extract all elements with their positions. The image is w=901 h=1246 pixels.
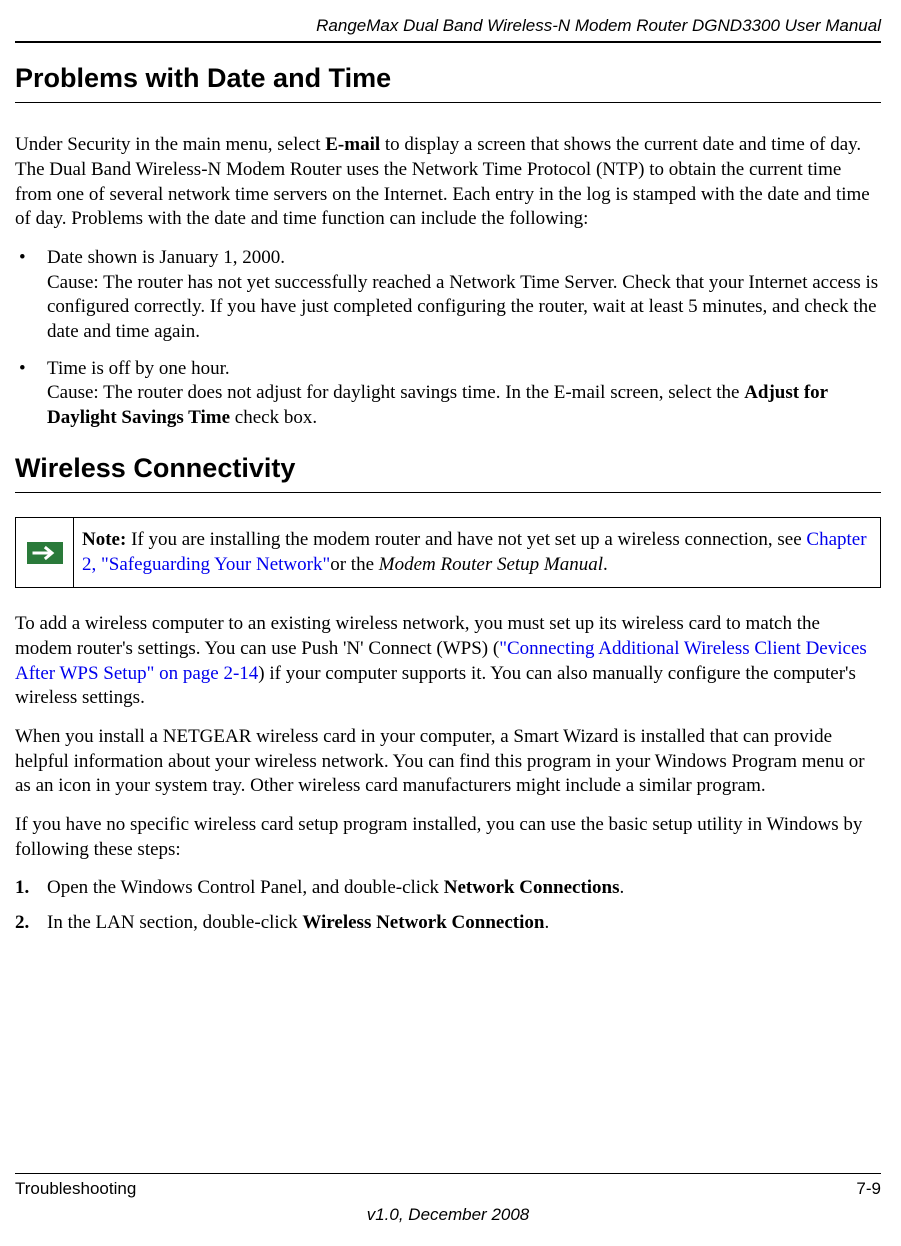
page-footer: Troubleshooting 7-9 v1.0, December 2008 <box>15 1173 881 1226</box>
list-item: 1. Open the Windows Control Panel, and d… <box>15 876 881 901</box>
header-divider <box>15 41 881 43</box>
footer-section-name: Troubleshooting <box>15 1178 136 1200</box>
section-heading-wireless: Wireless Connectivity <box>15 451 881 486</box>
section-divider <box>15 102 881 103</box>
wireless-para2: When you install a NETGEAR wireless card… <box>15 725 881 799</box>
footer-version: v1.0, December 2008 <box>15 1204 881 1226</box>
page-number: 7-9 <box>856 1178 881 1200</box>
wireless-para1: To add a wireless computer to an existin… <box>15 612 881 711</box>
list-item: Time is off by one hour. Cause: The rout… <box>15 357 881 431</box>
note-icon-cell <box>16 518 74 587</box>
note-callout: Note: If you are installing the modem ro… <box>15 517 881 588</box>
footer-divider <box>15 1173 881 1174</box>
section-heading-problems: Problems with Date and Time <box>15 61 881 96</box>
arrow-right-icon <box>27 542 63 564</box>
wireless-para3: If you have no specific wireless card se… <box>15 813 881 862</box>
list-item: 2. In the LAN section, double-click Wire… <box>15 911 881 936</box>
section-divider <box>15 492 881 493</box>
note-text: Note: If you are installing the modem ro… <box>74 518 880 587</box>
problems-list: Date shown is January 1, 2000. Cause: Th… <box>15 246 881 431</box>
list-item: Date shown is January 1, 2000. Cause: Th… <box>15 246 881 345</box>
intro-paragraph: Under Security in the main menu, select … <box>15 133 881 232</box>
steps-list: 1. Open the Windows Control Panel, and d… <box>15 876 881 935</box>
page-header: RangeMax Dual Band Wireless-N Modem Rout… <box>15 15 881 37</box>
